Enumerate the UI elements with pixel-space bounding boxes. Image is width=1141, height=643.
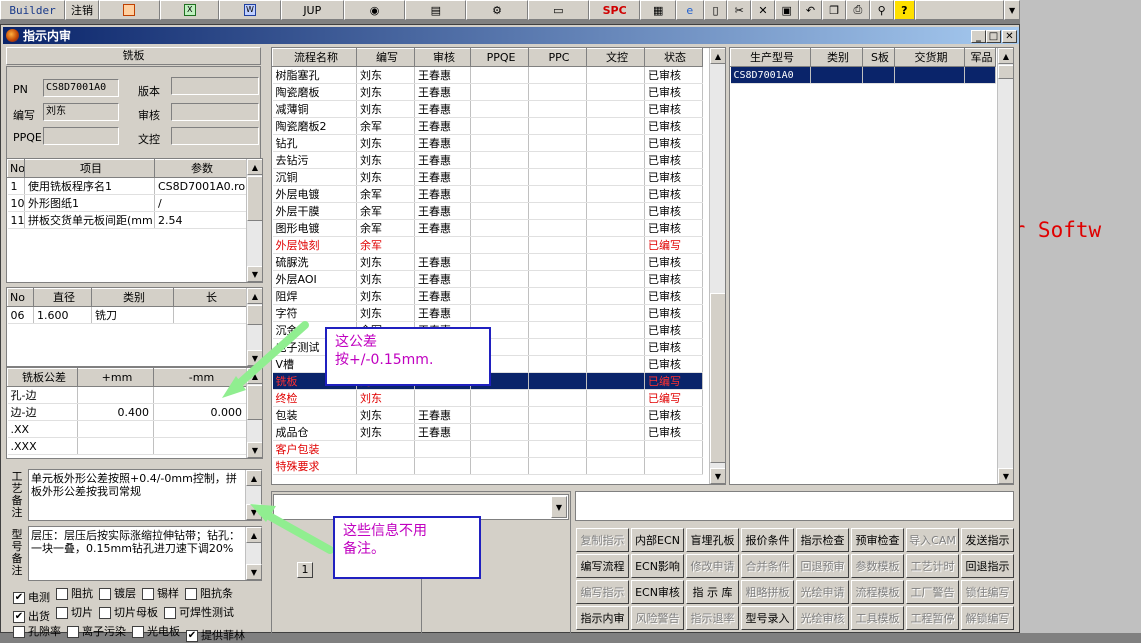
callout-tolerance: 这公差 按+/-0.15mm.: [325, 327, 491, 386]
callout-notes: 这些信息不用 备注。: [333, 516, 481, 579]
arrow-tolerance: [228, 321, 309, 394]
callout-tolerance-line1: 这公差: [335, 334, 377, 350]
callout-notes-line2: 备注。: [343, 541, 385, 557]
callout-notes-line1: 这些信息不用: [343, 523, 427, 539]
annotation-arrows: [222, 321, 334, 554]
arrow-notes: [258, 508, 334, 554]
callout-tolerance-line2: 按+/-0.15mm.: [335, 352, 434, 368]
